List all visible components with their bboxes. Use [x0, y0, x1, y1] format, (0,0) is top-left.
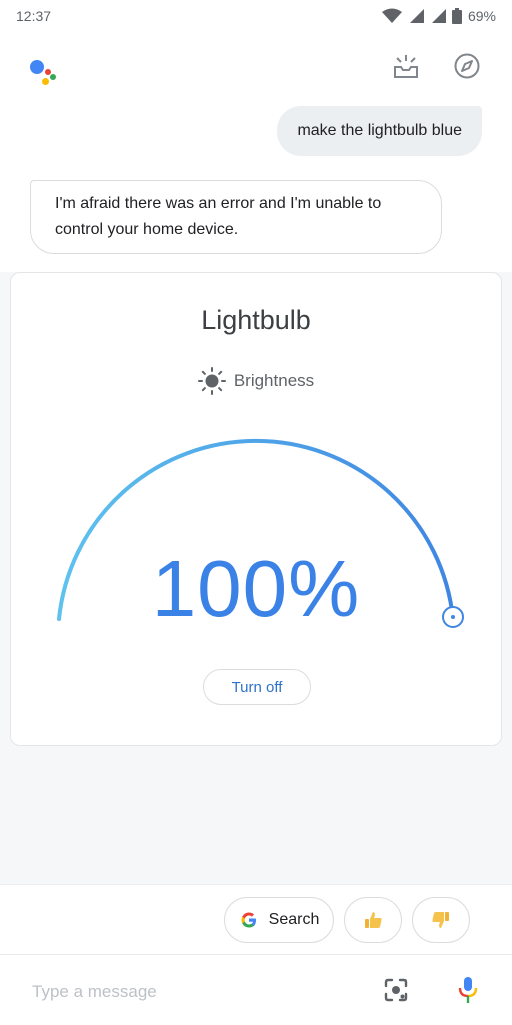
status-time: 12:37 [16, 8, 52, 24]
signal-icon [409, 9, 424, 23]
lightbulb-card: Lightbulb Brightness 100% Turn off [10, 272, 502, 746]
google-g-icon [241, 912, 256, 928]
search-chip-label: Search [268, 911, 320, 928]
thumbs-down-icon [432, 912, 449, 928]
google-assistant-logo [26, 52, 62, 88]
user-message-bubble: make the lightbulb blue [277, 106, 482, 156]
assistant-reply-bubble: I'm afraid there was an error and I'm un… [30, 180, 442, 254]
status-icons: 69% [381, 8, 496, 24]
brightness-row: Brightness [11, 367, 501, 395]
brightness-percent: 100% [151, 544, 361, 633]
message-input[interactable] [30, 977, 334, 1007]
mic-icon[interactable] [452, 973, 484, 1007]
battery-percent: 69% [467, 8, 496, 24]
thumbs-up-icon [365, 912, 382, 928]
composer-bar [0, 954, 512, 1025]
battery-icon [451, 8, 462, 24]
suggestion-chips: Search [0, 884, 512, 955]
turn-off-button[interactable]: Turn off [203, 669, 311, 705]
wifi-icon [381, 8, 402, 23]
search-chip[interactable]: Search [224, 897, 334, 943]
lens-icon[interactable] [380, 973, 412, 1007]
thumbs-down-chip[interactable] [412, 897, 470, 943]
snapshot-icon[interactable] [390, 50, 422, 82]
assistant-header: make the lightbulb blue I'm afraid there… [0, 32, 512, 272]
sun-icon [197, 367, 226, 395]
brightness-label: Brightness [233, 371, 315, 390]
thumbs-up-chip[interactable] [344, 897, 402, 943]
explore-icon[interactable] [451, 50, 483, 82]
signal-icon-2 [431, 9, 446, 23]
device-title: Lightbulb [201, 305, 311, 335]
status-bar: 12:37 69% [0, 0, 512, 32]
